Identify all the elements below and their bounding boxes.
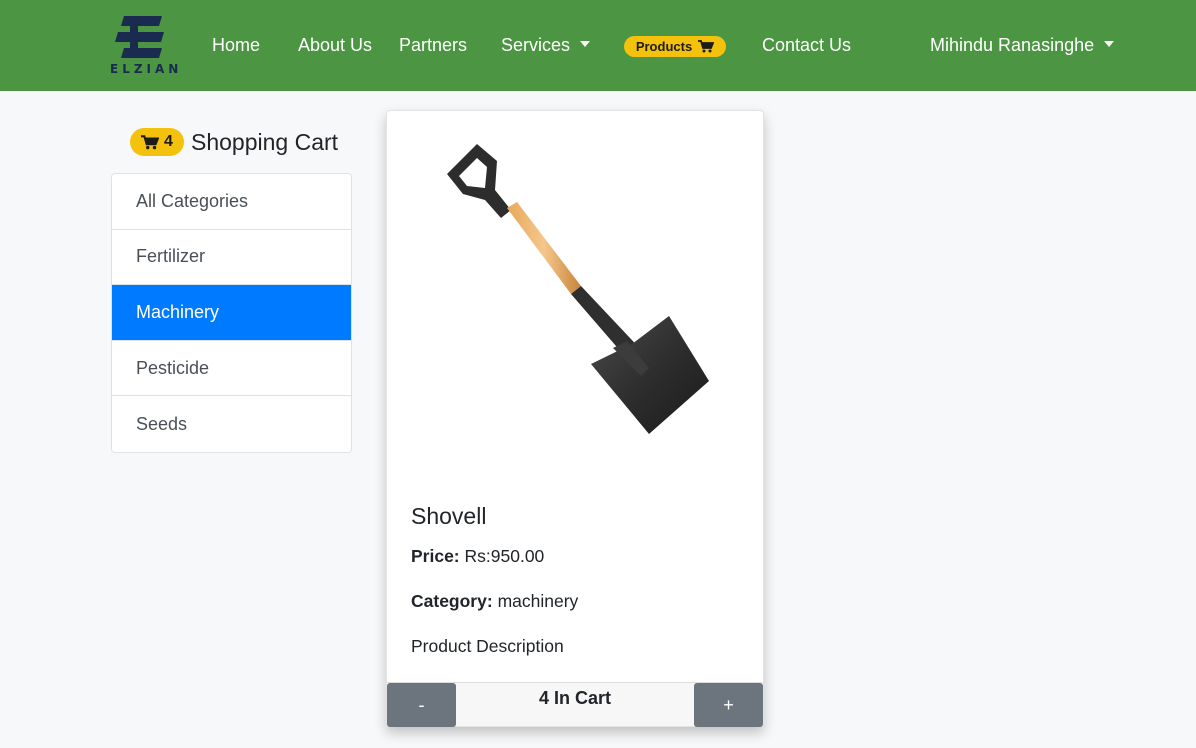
product-card: Shovell Price: Rs:950.00 Category: machi… [386, 110, 764, 727]
top-navbar: ELZIAN Home About Us Partners Services P… [0, 0, 1196, 91]
product-description: Product Description [411, 636, 564, 656]
category-value: machinery [497, 591, 579, 611]
nav-services-label: Services [501, 35, 571, 55]
user-name: Mihindu Ranasinghe [930, 35, 1095, 55]
cart-count-badge[interactable]: 4 [130, 128, 184, 156]
shopping-cart-heading: 4 Shopping Cart [130, 128, 338, 156]
category-item-seeds[interactable]: Seeds [112, 396, 351, 452]
price-label: Price: [411, 546, 460, 566]
product-name: Shovell [411, 503, 487, 529]
category-item-all[interactable]: All Categories [112, 174, 351, 230]
chevron-down-icon [1104, 41, 1115, 47]
nav-contact[interactable]: Contact Us [762, 34, 851, 56]
category-list: All Categories Fertilizer Machinery Pest… [111, 173, 352, 453]
nav-products-badge[interactable]: Products [624, 36, 726, 57]
nav-partners[interactable]: Partners [399, 34, 467, 56]
brand-logo[interactable]: ELZIAN [110, 14, 178, 76]
chevron-down-icon [580, 41, 591, 47]
cart-icon [141, 134, 160, 149]
product-image-shovel [447, 144, 709, 434]
logo-icon [115, 16, 164, 58]
nav-products-label: Products [635, 39, 693, 54]
cart-quantity-bar: - 4 In Cart + [387, 682, 763, 727]
price-value: Rs:950.00 [464, 546, 545, 566]
user-menu-dropdown[interactable]: Mihindu Ranasinghe [930, 34, 1115, 56]
decrease-quantity-button[interactable]: - [387, 683, 456, 727]
increase-quantity-button[interactable]: + [694, 683, 763, 727]
category-label: Category: [411, 591, 493, 611]
nav-services-dropdown[interactable]: Services [501, 34, 591, 56]
cart-title: Shopping Cart [191, 128, 339, 155]
product-price: Price: Rs:950.00 [411, 546, 544, 567]
category-item-pesticide[interactable]: Pesticide [112, 340, 351, 397]
cart-icon [698, 40, 715, 53]
logo-text: ELZIAN [110, 62, 183, 76]
category-item-fertilizer[interactable]: Fertilizer [112, 229, 351, 286]
cart-count: 4 [164, 133, 173, 150]
in-cart-status: 4 In Cart [538, 688, 612, 708]
category-item-machinery[interactable]: Machinery [112, 285, 351, 341]
nav-home[interactable]: Home [212, 34, 260, 56]
product-category: Category: machinery [411, 591, 578, 612]
nav-about[interactable]: About Us [298, 34, 372, 56]
